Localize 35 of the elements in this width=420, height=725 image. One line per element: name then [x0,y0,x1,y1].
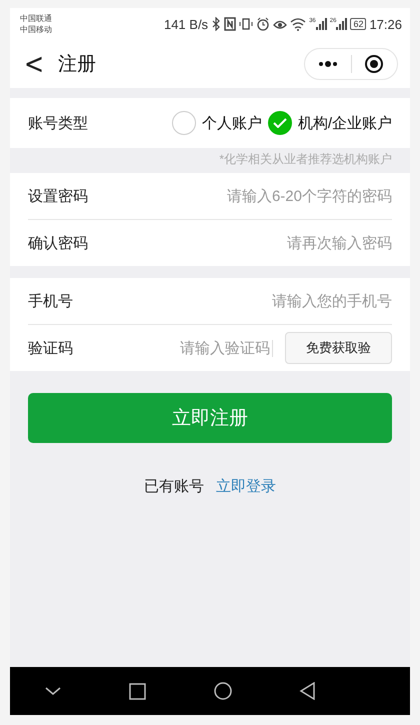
clock-time: 17:26 [369,16,402,32]
login-link[interactable]: 立即登录 [216,477,276,496]
radio-option[interactable]: 机构/企业账户 [268,111,392,135]
field-label: 确认密码 [28,234,89,252]
send-code-button[interactable]: 免费获取验 [285,332,392,364]
page-title: 注册 [58,53,98,77]
more-icon [318,61,338,67]
wifi-icon [290,17,306,31]
input-field[interactable]: 请输入您的手机号 [118,292,392,310]
chevron-down-icon[interactable] [44,686,62,696]
input-field[interactable]: 请输入验证码 [118,340,273,356]
field-label: 账号类型 [28,114,89,132]
hint-text: *化学相关从业者推荐选机构账户 [218,151,393,168]
alarm-icon [256,17,270,31]
radio-option[interactable]: 个人账户 [172,111,262,135]
input-field[interactable]: 请再次输入密码 [118,234,392,252]
network-speed: 141 B/s [164,16,208,32]
battery-level: 62 [350,18,366,30]
square-icon[interactable] [129,682,146,700]
signal-icon [316,18,327,30]
signal-icon [336,18,348,30]
field-label: 验证码 [28,338,74,358]
carrier-name: 中国移动 [20,24,52,35]
vibrate-icon [239,17,254,31]
back-icon[interactable] [299,682,316,700]
home-icon[interactable] [214,682,232,700]
bluetooth-icon [211,17,222,31]
carrier-name: 中国联通 [20,13,52,24]
back-button[interactable]: < [24,47,44,81]
field-label: 手机号 [28,292,74,310]
nfc-icon [224,17,236,31]
input-field[interactable]: 请输入6-20个字符的密码 [118,188,392,204]
login-prompt: 已有账号 [144,477,204,496]
field-label: 设置密码 [28,186,89,206]
target-icon [364,54,384,74]
